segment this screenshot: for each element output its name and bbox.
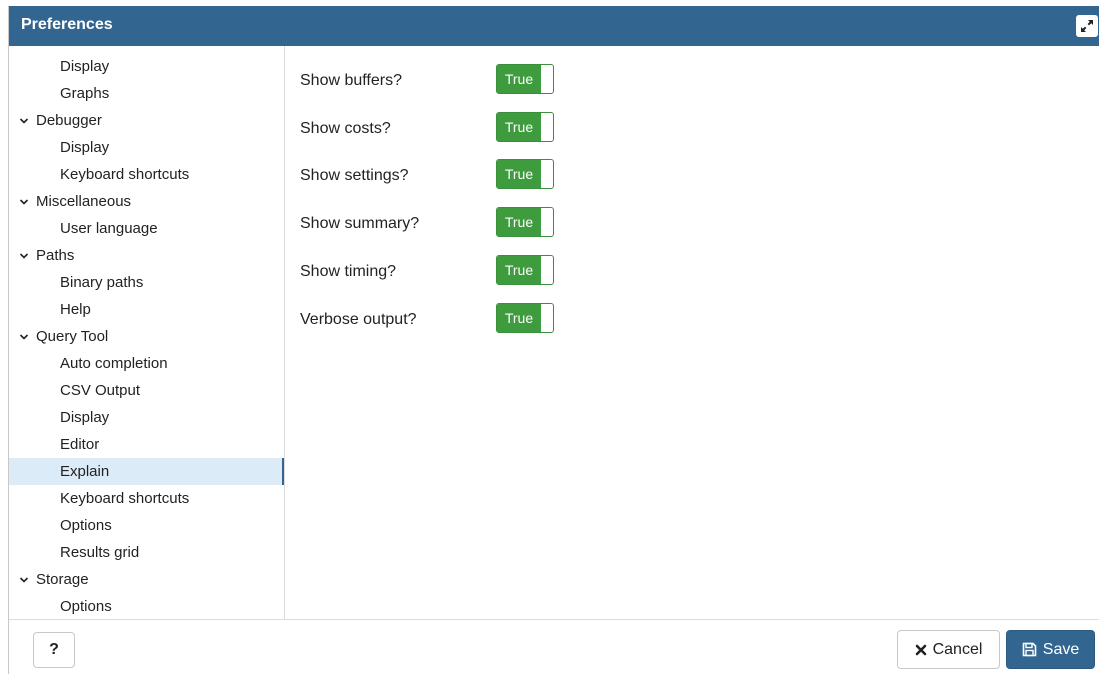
setting-row: Show summary? True — [300, 207, 700, 239]
tree-item[interactable]: User language — [9, 215, 283, 242]
explain-settings-panel: Show buffers? True Show costs? True Show set… — [285, 46, 1099, 619]
dialog-titlebar[interactable]: Preferences — [9, 6, 1099, 46]
tree-item[interactable]: Paths — [9, 242, 283, 269]
setting-toggle[interactable]: True — [496, 159, 554, 189]
toggle-value: True — [497, 256, 541, 284]
save-button[interactable]: Save — [1006, 630, 1095, 669]
tree-item[interactable]: Options — [9, 593, 283, 619]
tree-item-label: Paths — [36, 247, 75, 264]
tree-item-label: Debugger — [36, 112, 102, 129]
tree-item[interactable]: Miscellaneous — [9, 188, 283, 215]
tree-item[interactable]: Debugger — [9, 107, 283, 134]
setting-row: Show settings? True — [300, 159, 700, 191]
setting-row: Show costs? True — [300, 112, 700, 144]
preferences-dialog: Preferences Display Graphs Debugger Display… — [8, 6, 1099, 674]
cancel-label: Cancel — [932, 641, 983, 658]
setting-toggle[interactable]: True — [496, 112, 554, 142]
setting-toggle[interactable]: True — [496, 207, 554, 237]
tree-item-label: Display — [60, 409, 110, 426]
maximize-button[interactable] — [1076, 15, 1098, 37]
tree-item[interactable]: Keyboard shortcuts — [9, 161, 283, 188]
chevron-down-icon[interactable] — [19, 323, 36, 350]
setting-row: Verbose output? True — [300, 303, 700, 335]
preferences-tree: Display Graphs Debugger Display Keyboard sho… — [9, 46, 285, 619]
tree-item-label: Help — [60, 301, 91, 318]
tree-item[interactable]: Auto completion — [9, 350, 283, 377]
help-button[interactable]: ? — [33, 632, 75, 668]
tree-item-label: Miscellaneous — [36, 193, 132, 210]
close-icon — [915, 644, 927, 656]
tree-item[interactable]: Query Tool — [9, 323, 283, 350]
toggle-value: True — [497, 304, 541, 332]
tree-item-label: Display — [60, 58, 110, 75]
tree-item[interactable]: Keyboard shortcuts — [9, 485, 283, 512]
setting-label: Show costs? — [300, 120, 391, 137]
setting-label: Show settings? — [300, 167, 409, 184]
tree-item[interactable]: Results grid — [9, 539, 283, 566]
tree-item-label: Explain — [60, 463, 110, 480]
chevron-down-icon[interactable] — [19, 242, 36, 269]
tree-item-label: Display — [60, 139, 110, 156]
tree-item-label: Query Tool — [36, 328, 109, 345]
tree-item-label: Graphs — [60, 85, 110, 102]
setting-row: Show buffers? True — [300, 64, 700, 96]
tree-item[interactable]: Graphs — [9, 80, 283, 107]
setting-toggle[interactable]: True — [496, 64, 554, 94]
setting-toggle[interactable]: True — [496, 255, 554, 285]
tree-item[interactable]: Options — [9, 512, 283, 539]
tree-item-label: Options — [60, 517, 112, 534]
chevron-down-icon[interactable] — [19, 107, 36, 134]
tree-item-label: Keyboard shortcuts — [60, 166, 190, 183]
setting-label: Show summary? — [300, 215, 420, 232]
tree-item-label: Editor — [60, 436, 100, 453]
tree-item-label: Storage — [36, 571, 89, 588]
dialog-title: Preferences — [21, 16, 113, 33]
toggle-value: True — [497, 113, 541, 141]
setting-label: Verbose output? — [300, 311, 417, 328]
toggle-value: True — [497, 160, 541, 188]
tree-item-label: Binary paths — [60, 274, 144, 291]
dialog-footer: ? Cancel Save — [9, 619, 1099, 674]
tree-item[interactable]: Display — [9, 134, 283, 161]
tree-item[interactable]: Storage — [9, 566, 283, 593]
tree-item[interactable]: Explain — [9, 458, 284, 485]
tree-item[interactable]: Display — [9, 404, 283, 431]
cancel-button[interactable]: Cancel — [897, 630, 1000, 669]
setting-toggle[interactable]: True — [496, 303, 554, 333]
chevron-down-icon[interactable] — [19, 188, 36, 215]
tree-item[interactable]: Binary paths — [9, 269, 283, 296]
tree-item[interactable]: Display — [9, 53, 283, 80]
floppy-disk-icon — [1022, 642, 1037, 657]
toggle-value: True — [497, 65, 541, 93]
tree-item-label: Results grid — [60, 544, 140, 561]
chevron-down-icon[interactable] — [19, 566, 36, 593]
toggle-value: True — [497, 208, 541, 236]
tree-item-label: Options — [60, 598, 112, 615]
setting-label: Show timing? — [300, 263, 397, 280]
save-label: Save — [1042, 641, 1080, 658]
tree-item-label: Auto completion — [60, 355, 168, 372]
tree-item-label: Keyboard shortcuts — [60, 490, 190, 507]
tree-item[interactable]: Editor — [9, 431, 283, 458]
setting-row: Show timing? True — [300, 255, 700, 287]
tree-item-label: CSV Output — [60, 382, 141, 399]
tree-item[interactable]: Help — [9, 296, 283, 323]
tree-item-label: User language — [60, 220, 158, 237]
tree-item[interactable]: CSV Output — [9, 377, 283, 404]
setting-label: Show buffers? — [300, 72, 402, 89]
